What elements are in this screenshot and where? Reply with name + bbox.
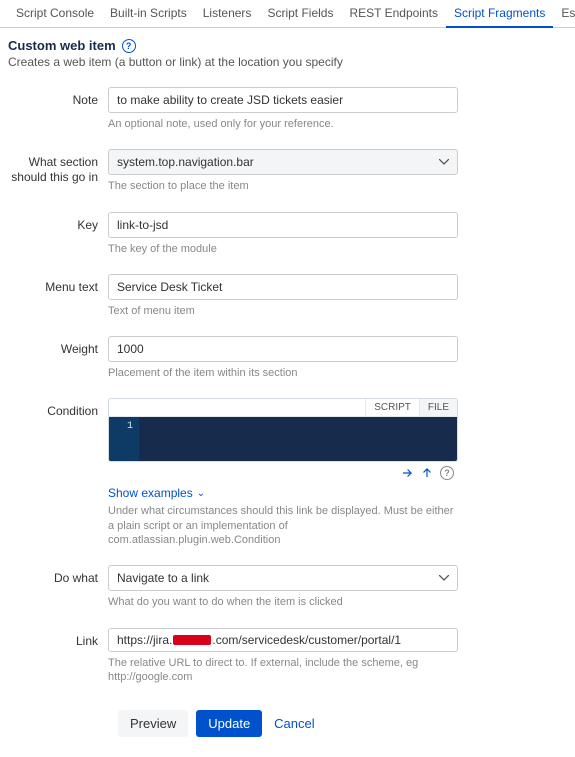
condition-tab-script[interactable]: SCRIPT — [365, 399, 419, 416]
weight-input[interactable] — [108, 336, 458, 362]
condition-editor[interactable]: SCRIPT FILE 1 — [108, 398, 458, 462]
tab-listeners[interactable]: Listeners — [195, 0, 260, 27]
condition-help: Under what circumstances should this lin… — [108, 504, 458, 547]
condition-label: Condition — [8, 398, 108, 418]
cancel-button[interactable]: Cancel — [270, 710, 318, 737]
tab-script-console[interactable]: Script Console — [8, 0, 102, 27]
do-what-select[interactable]: Navigate to a link — [108, 565, 458, 591]
page-subtitle: Creates a web item (a button or link) at… — [8, 55, 567, 69]
link-input[interactable]: https://jira. .com/servicedesk/customer/… — [108, 628, 458, 652]
condition-help-icon[interactable]: ? — [440, 466, 454, 480]
link-redacted — [173, 635, 211, 645]
link-label: Link — [8, 628, 108, 648]
preview-button[interactable]: Preview — [118, 710, 188, 737]
page-title: Custom web item — [8, 38, 116, 53]
section-select[interactable]: system.top.navigation.bar — [108, 149, 458, 175]
arrow-right-icon[interactable] — [400, 466, 414, 480]
link-value-suffix: .com/servicedesk/customer/portal/1 — [212, 633, 401, 647]
expand-icon[interactable] — [420, 466, 434, 480]
section-label: What section should this go in — [8, 149, 108, 184]
tab-built-in-scripts[interactable]: Built-in Scripts — [102, 0, 195, 27]
do-what-help: What do you want to do when the item is … — [108, 595, 458, 609]
chevron-down-icon: ⌄ — [197, 488, 205, 499]
menu-text-label: Menu text — [8, 274, 108, 294]
do-what-label: Do what — [8, 565, 108, 585]
tab-script-fragments[interactable]: Script Fragments — [446, 0, 553, 28]
menu-text-help: Text of menu item — [108, 304, 458, 318]
tab-bar: Script Console Built-in Scripts Listener… — [0, 0, 575, 28]
condition-tab-file[interactable]: FILE — [419, 399, 457, 416]
code-gutter: 1 — [109, 417, 139, 461]
show-examples-link[interactable]: Show examples ⌄ — [108, 486, 205, 500]
tab-rest-endpoints[interactable]: REST Endpoints — [341, 0, 446, 27]
help-icon[interactable]: ? — [122, 39, 136, 53]
note-label: Note — [8, 87, 108, 107]
key-help: The key of the module — [108, 242, 458, 256]
weight-label: Weight — [8, 336, 108, 356]
key-label: Key — [8, 212, 108, 232]
section-help: The section to place the item — [108, 179, 458, 193]
weight-help: Placement of the item within its section — [108, 366, 458, 380]
tab-escalation-services[interactable]: Escalation Services — [553, 0, 575, 27]
menu-text-input[interactable] — [108, 274, 458, 300]
link-value-prefix: https://jira. — [117, 633, 172, 647]
update-button[interactable]: Update — [196, 710, 262, 737]
link-help: The relative URL to direct to. If extern… — [108, 656, 458, 685]
note-input[interactable] — [108, 87, 458, 113]
note-help: An optional note, used only for your ref… — [108, 117, 458, 131]
key-input[interactable] — [108, 212, 458, 238]
tab-script-fields[interactable]: Script Fields — [259, 0, 341, 27]
